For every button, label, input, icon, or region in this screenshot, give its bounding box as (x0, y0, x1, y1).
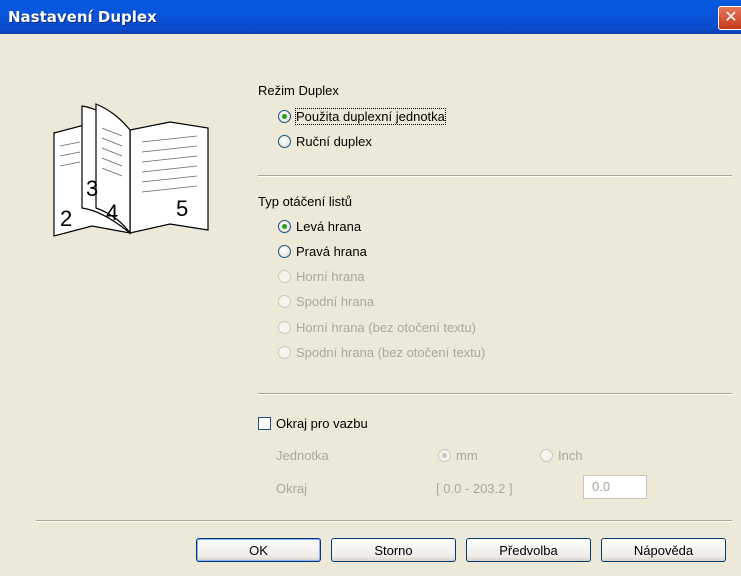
binding-offset-checkbox[interactable]: Okraj pro vazbu (258, 416, 368, 431)
duplex-booklet-illustration: 2 3 4 5 (53, 103, 209, 237)
page-number-4: 4 (106, 200, 118, 225)
radio-indicator (278, 220, 291, 233)
radio-label: Použita duplexní jednotka (295, 108, 446, 125)
separator (258, 393, 732, 395)
duplex-settings-dialog: Nastavení Duplex ✕ 2 3 4 5 Režim Duplex … (0, 0, 741, 576)
radio-indicator (278, 110, 291, 123)
radio-manual-duplex[interactable]: Ruční duplex (278, 134, 372, 149)
separator (258, 175, 732, 177)
radio-indicator (278, 270, 291, 283)
title-bar[interactable]: Nastavení Duplex ✕ (0, 0, 741, 34)
margin-label: Okraj (276, 481, 308, 496)
radio-label: Inch (558, 448, 583, 463)
radio-label: Horní hrana (bez otočení textu) (296, 320, 476, 335)
cancel-button[interactable]: Storno (331, 538, 456, 562)
ok-button[interactable]: OK (196, 538, 321, 562)
radio-label: Ruční duplex (296, 134, 372, 149)
window-title: Nastavení Duplex (8, 8, 157, 26)
radio-indicator (278, 346, 291, 359)
help-button[interactable]: Nápověda (601, 538, 726, 562)
radio-label: Levá hrana (296, 219, 362, 234)
flip-type-heading: Typ otáčení listů (258, 194, 352, 209)
radio-label: Pravá hrana (296, 244, 367, 259)
radio-label: Horní hrana (296, 269, 365, 284)
radio-bottom-edge[interactable]: Spodní hrana (278, 294, 374, 309)
radio-left-edge[interactable]: Levá hrana (278, 219, 361, 234)
radio-indicator (540, 449, 553, 462)
close-button[interactable]: ✕ (718, 6, 741, 30)
radio-top-edge-no-rotate[interactable]: Horní hrana (bez otočení textu) (278, 320, 476, 335)
radio-label: mm (456, 448, 478, 463)
radio-bottom-edge-no-rotate[interactable]: Spodní hrana (bez otočení textu) (278, 345, 485, 360)
separator (36, 520, 732, 522)
radio-unit-inch[interactable]: Inch (540, 448, 583, 463)
page-right (129, 121, 209, 234)
radio-right-edge[interactable]: Pravá hrana (278, 244, 367, 259)
margin-input[interactable]: 0.0 (583, 475, 647, 499)
checkbox-label: Okraj pro vazbu (276, 416, 368, 431)
radio-indicator (278, 295, 291, 308)
duplex-mode-heading: Režim Duplex (258, 83, 339, 98)
page-number-2: 2 (60, 206, 72, 231)
page-number-3: 3 (86, 176, 98, 201)
radio-indicator (438, 449, 451, 462)
radio-duplex-unit[interactable]: Použita duplexní jednotka (278, 108, 446, 125)
radio-indicator (278, 321, 291, 334)
radio-label: Spodní hrana (296, 294, 375, 309)
radio-indicator (278, 135, 291, 148)
radio-label: Spodní hrana (bez otočení textu) (296, 345, 486, 360)
checkbox-box (258, 417, 271, 430)
radio-unit-mm[interactable]: mm (438, 448, 478, 463)
defaults-button[interactable]: Předvolba (466, 538, 591, 562)
radio-top-edge[interactable]: Horní hrana (278, 269, 365, 284)
radio-indicator (278, 245, 291, 258)
page-number-5: 5 (176, 196, 188, 221)
margin-range: [ 0.0 - 203.2 ] (436, 481, 513, 496)
unit-label: Jednotka (276, 448, 329, 463)
close-icon: ✕ (724, 9, 738, 26)
